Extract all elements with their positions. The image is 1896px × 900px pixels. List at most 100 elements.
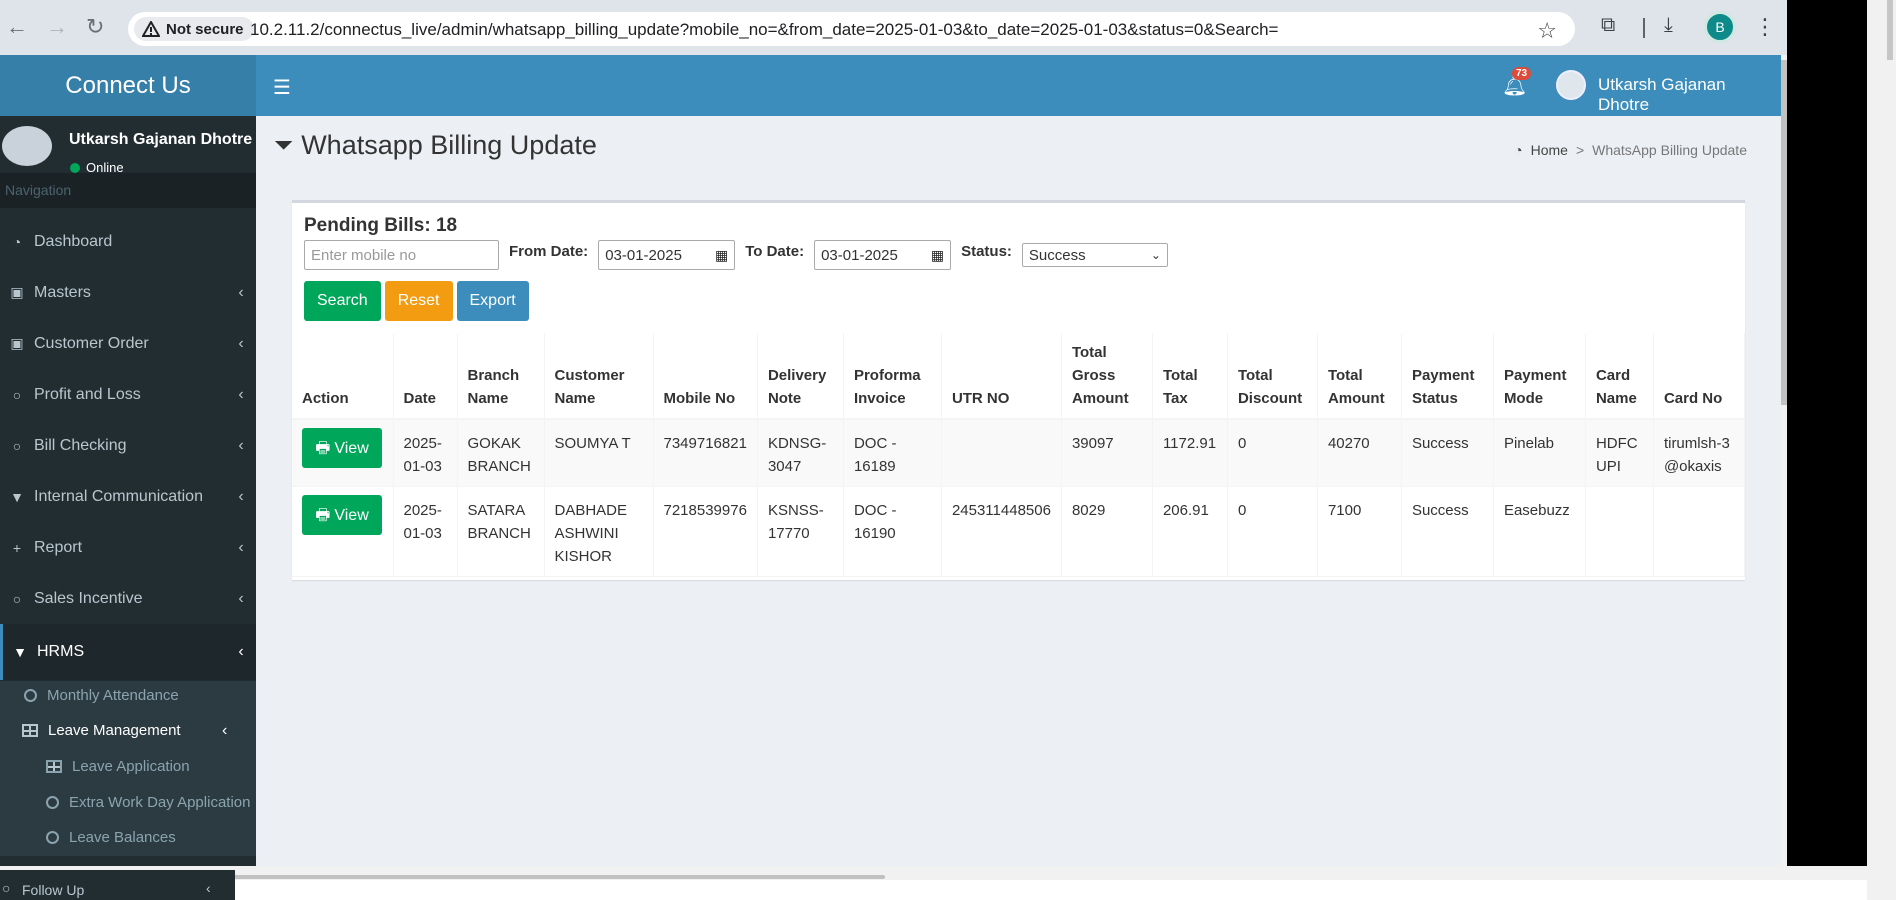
filter-bar: Enter mobile no From Date: 03-01-2025 ▦ …	[304, 240, 1168, 270]
pending-bills-count: Pending Bills: 18	[304, 215, 458, 236]
print-icon: 🖶︎	[315, 439, 331, 457]
online-dot-icon	[70, 162, 80, 173]
sidebar-item-customer-order[interactable]: ▣ Customer Order ‹	[0, 318, 256, 369]
sidebar-item-bill-checking[interactable]: ○ Bill Checking ‹	[0, 420, 256, 471]
dashboard-icon: ◔	[12, 233, 22, 250]
bookmark-star-icon[interactable]: ☆	[1537, 18, 1557, 44]
chevron-left-icon: ‹	[238, 487, 244, 505]
calendar-icon[interactable]: ▦	[715, 247, 728, 264]
sidebar-item-extra-work-day[interactable]: Extra Work Day Application	[46, 794, 250, 811]
download-icon[interactable]: ⤓	[1664, 14, 1673, 37]
sidebar-item-dashboard[interactable]: ◔ Dashboard	[0, 216, 256, 267]
cell-discount: 0	[1227, 486, 1318, 577]
sidebar-item-report[interactable]: + Report ‹	[0, 522, 256, 573]
col-date: Date	[393, 333, 458, 420]
address-bar[interactable]: Not secure 10.2.11.2/connectus_live/admi…	[128, 12, 1575, 46]
cell-discount: 0	[1227, 419, 1318, 487]
cell-date: 2025-01-03	[393, 419, 458, 487]
to-date-input[interactable]: 03-01-2025 ▦	[814, 240, 952, 270]
outer-scrollbar-thumb[interactable]	[1887, 0, 1893, 60]
cell-branch: SATARA BRANCH	[457, 486, 545, 577]
notification-badge: 73	[1512, 67, 1532, 80]
profile-avatar[interactable]: B	[1704, 11, 1736, 43]
security-chip[interactable]: Not secure	[134, 17, 254, 41]
chevron-left-icon: ‹	[238, 385, 244, 403]
cell-branch: GOKAK BRANCH	[457, 419, 545, 487]
sidebar-item-masters[interactable]: ▣ Masters ‹	[0, 267, 256, 318]
main-content: ⏷ Whatsapp Billing Update ◔ Home > Whats…	[256, 116, 1781, 866]
circle-icon	[46, 831, 59, 844]
cell-tax: 1172.91	[1152, 419, 1228, 487]
sidebar-item-profit-loss[interactable]: ○ Profit and Loss ‹	[0, 369, 256, 420]
view-button[interactable]: 🖶︎ View	[302, 428, 382, 468]
plus-icon: +	[12, 539, 22, 556]
sidebar-item-leave-application[interactable]: Leave Application	[46, 758, 190, 775]
sidebar-toggle-icon[interactable]: ☰	[273, 75, 291, 100]
from-date-input[interactable]: 03-01-2025 ▦	[598, 240, 736, 270]
col-proforma: Proforma Invoice	[843, 333, 942, 420]
user-panel: Utkarsh Gajanan Dhotre Online	[0, 116, 256, 175]
status-area	[235, 880, 1867, 900]
extensions-icon[interactable]: ⧉	[1601, 14, 1615, 37]
url-text[interactable]: 10.2.11.2/connectus_live/admin/whatsapp_…	[250, 20, 1278, 40]
brand-logo[interactable]: Connect Us	[0, 55, 256, 116]
col-delivery: Delivery Note	[757, 333, 844, 420]
breadcrumb-home[interactable]: Home	[1531, 142, 1568, 158]
circle-icon: ○	[12, 590, 22, 607]
table-icon	[46, 760, 62, 773]
cell-proforma: DOC - 16190	[843, 486, 942, 577]
mobile-input[interactable]: Enter mobile no	[304, 240, 499, 270]
money-icon: ▣	[10, 335, 24, 351]
col-mobile: Mobile No	[653, 333, 758, 420]
sidebar-item-internal-communication[interactable]: ▼ Internal Communication ‹	[0, 471, 256, 522]
reset-button[interactable]: Reset	[384, 281, 453, 321]
reload-icon[interactable]: ↻	[86, 16, 104, 38]
col-discount: Total Discount	[1227, 333, 1318, 420]
export-button[interactable]: Export	[456, 281, 529, 321]
col-utr: UTR NO	[941, 333, 1062, 420]
table-header-row: Action Date Branch Name Customer Name Mo…	[292, 333, 1746, 420]
table-icon	[22, 724, 38, 737]
money-icon: ▣	[10, 284, 24, 300]
cell-card-name	[1585, 486, 1654, 577]
view-button[interactable]: 🖶︎ View	[302, 495, 382, 535]
sidebar-item-leave-balances[interactable]: Leave Balances	[46, 829, 176, 846]
sidebar-user-name: Utkarsh Gajanan Dhotre	[69, 131, 253, 148]
chevron-left-icon: ‹	[238, 589, 244, 607]
sidebar-avatar	[2, 126, 52, 166]
forward-icon[interactable]: →	[46, 16, 68, 38]
back-icon[interactable]: ←	[6, 16, 28, 38]
cell-utr: 245311448506	[941, 486, 1062, 577]
calendar-icon[interactable]: ▦	[931, 247, 944, 264]
status-select[interactable]: Success ⌄	[1021, 243, 1168, 267]
status-label: Status:	[961, 242, 1012, 260]
header-user-name[interactable]: Utkarsh Gajanan Dhotre	[1598, 75, 1781, 115]
sidebar-item-follow-up[interactable]: ○ Follow Up ‹	[0, 870, 235, 900]
sidebar-item-monthly-attendance[interactable]: Monthly Attendance	[24, 687, 179, 704]
filter-icon: ▼	[10, 488, 24, 505]
breadcrumb-separator: >	[1575, 142, 1585, 158]
circle-icon: ○	[2, 880, 11, 896]
cell-date: 2025-01-03	[393, 486, 458, 577]
cell-amount: 7100	[1317, 486, 1402, 577]
browser-menu-icon[interactable]: ⋮	[1754, 14, 1776, 40]
user-avatar[interactable]	[1556, 70, 1586, 100]
sidebar-item-sales-incentive[interactable]: ○ Sales Incentive ‹	[0, 573, 256, 624]
sidebar-item-leave-management[interactable]: Leave Management ‹	[22, 722, 227, 739]
cell-card-no: tirumlsh-3@okaxis	[1653, 419, 1746, 487]
to-date-label: To Date:	[745, 242, 805, 260]
circle-icon: ○	[12, 386, 22, 403]
cell-customer: SOUMYA T	[544, 419, 654, 487]
outer-scrollbar[interactable]	[1867, 0, 1896, 900]
chevron-left-icon: ‹	[238, 334, 244, 352]
page-scrollbar-thumb[interactable]	[1781, 60, 1787, 405]
sidebar-item-hrms[interactable]: ▼ HRMS ‹	[0, 624, 256, 680]
cell-card-name: HDFC UPI	[1585, 419, 1654, 487]
dashboard-icon: ◔	[1514, 142, 1523, 158]
search-button[interactable]: Search	[304, 281, 381, 321]
cell-delivery: KSNSS-17770	[757, 486, 844, 577]
table-row: 🖶︎ View 2025-01-03 GOKAK BRANCH SOUMYA T…	[292, 419, 1746, 487]
billing-table: Action Date Branch Name Customer Name Mo…	[292, 333, 1746, 577]
breadcrumb-current: WhatsApp Billing Update	[1592, 142, 1747, 158]
from-date-label: From Date:	[509, 242, 589, 260]
